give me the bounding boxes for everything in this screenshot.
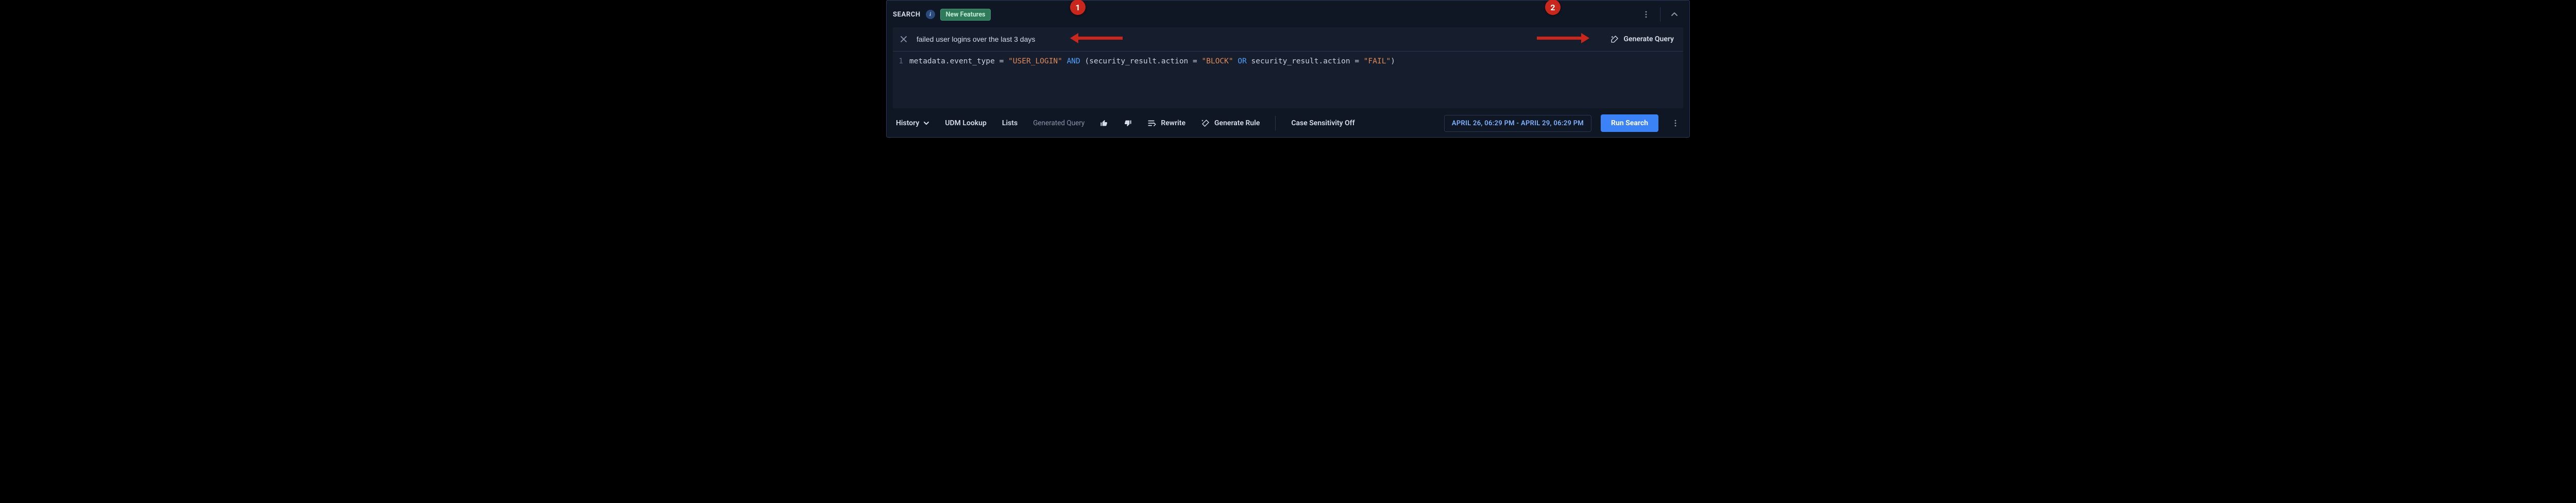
lists-button[interactable]: Lists — [999, 116, 1021, 130]
collapse-button[interactable] — [1666, 6, 1683, 23]
more-options-button[interactable] — [1637, 6, 1655, 23]
thumbs-up-button[interactable] — [1097, 116, 1111, 130]
clear-nl-button[interactable] — [898, 33, 909, 45]
history-button[interactable]: History — [893, 116, 933, 130]
rewrite-button[interactable]: Rewrite — [1144, 116, 1189, 130]
nl-query-row: Generate Query — [893, 27, 1683, 52]
case-sensitivity-toggle[interactable]: Case Sensitivity Off — [1288, 116, 1358, 130]
chevron-up-icon — [1671, 11, 1678, 18]
editor-code[interactable]: metadata.event_type = "USER_LOGIN" AND (… — [907, 52, 1683, 108]
run-search-button[interactable]: Run Search — [1601, 114, 1658, 132]
search-panel: 1 2 SEARCH i New Features — [886, 0, 1690, 138]
thumbs-up-icon — [1100, 119, 1108, 127]
rewrite-icon — [1147, 119, 1157, 127]
kebab-icon — [1671, 119, 1680, 127]
info-icon[interactable]: i — [926, 10, 935, 19]
search-title: SEARCH — [893, 11, 921, 19]
generate-query-label: Generate Query — [1623, 35, 1674, 43]
run-more-options-button[interactable] — [1668, 114, 1683, 132]
magic-pencil-icon — [1610, 35, 1619, 44]
generate-query-button[interactable]: Generate Query — [1606, 31, 1678, 47]
new-features-badge[interactable]: New Features — [940, 9, 991, 21]
separator — [1275, 116, 1276, 130]
kebab-icon — [1642, 10, 1650, 19]
thumbs-down-button[interactable] — [1121, 116, 1135, 130]
udm-lookup-button[interactable]: UDM Lookup — [942, 116, 990, 130]
thumbs-down-icon — [1124, 119, 1132, 127]
date-range-picker[interactable]: APRIL 26, 06:29 PM - APRIL 29, 06:29 PM — [1444, 115, 1591, 132]
bottom-toolbar: History UDM Lookup Lists Generated Query… — [893, 108, 1683, 132]
chevron-down-icon — [923, 120, 929, 126]
generated-query-label: Generated Query — [1030, 116, 1088, 130]
generate-rule-button[interactable]: Generate Rule — [1198, 115, 1263, 131]
query-editor[interactable]: 1 metadata.event_type = "USER_LOGIN" AND… — [893, 52, 1683, 108]
magic-wand-icon — [1201, 119, 1210, 128]
close-icon — [900, 36, 907, 43]
header-row: SEARCH i New Features — [893, 4, 1683, 27]
editor-gutter: 1 — [893, 52, 907, 108]
nl-query-input[interactable] — [917, 33, 1589, 45]
